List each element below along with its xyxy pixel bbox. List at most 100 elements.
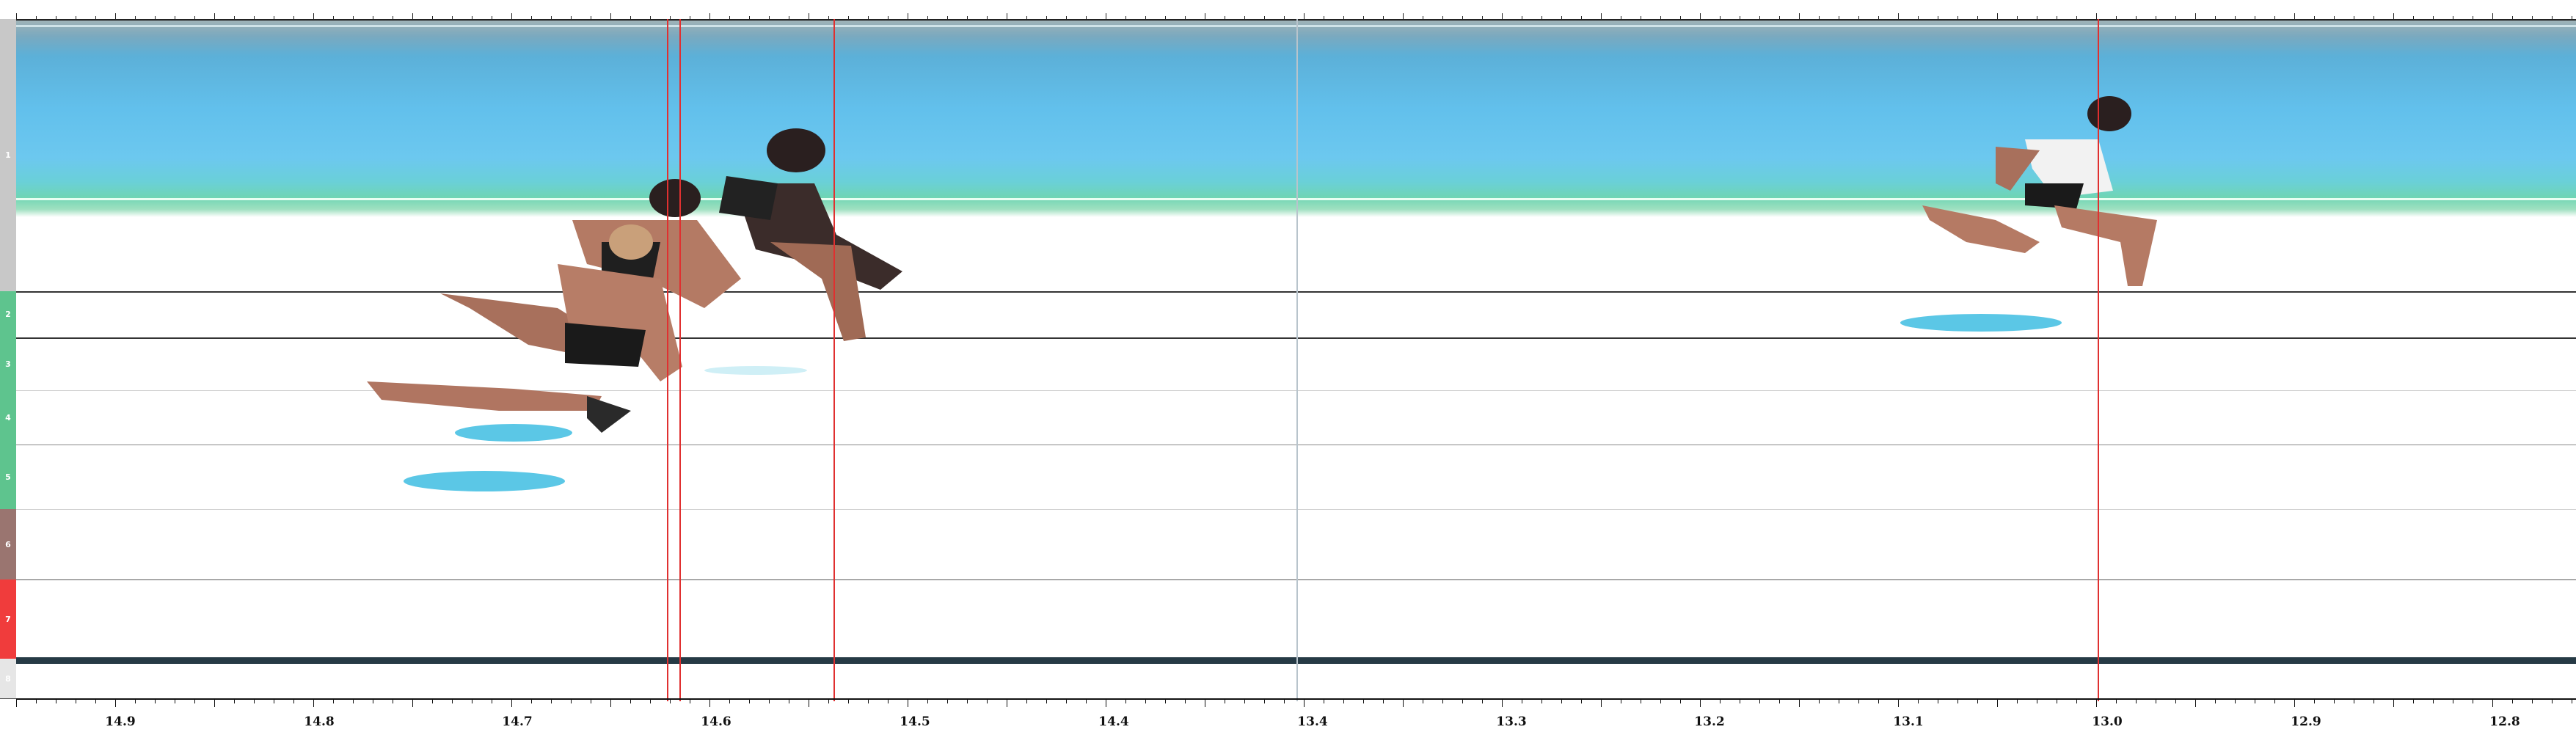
axis-label: 13.0	[2092, 714, 2123, 729]
axis-tick	[36, 700, 37, 703]
axis-tick	[1284, 700, 1285, 703]
axis-tick	[987, 700, 988, 703]
axis-label: 12.8	[2489, 714, 2520, 729]
axis-tick	[1581, 700, 1582, 703]
axis-tick	[1066, 700, 1067, 703]
axis-tick	[1957, 700, 1958, 703]
axis-tick	[1878, 700, 1879, 703]
axis-tick	[709, 700, 710, 707]
axis-label: 14.8	[304, 714, 335, 729]
axis-tick	[452, 700, 453, 703]
axis-tick	[234, 700, 235, 703]
axis-tick	[412, 700, 413, 707]
axis-tick	[1165, 700, 1166, 703]
axis-tick	[1145, 700, 1146, 703]
axis-tick	[432, 700, 433, 703]
axis-tick	[194, 700, 195, 703]
axis-label: 14.9	[105, 714, 136, 729]
axis-tick	[531, 700, 532, 703]
axis-tick	[2215, 700, 2216, 703]
axis-tick	[1700, 700, 1701, 707]
runner-lane1-right-silhouette	[1922, 96, 2157, 286]
finish-marker-line[interactable]	[2098, 19, 2099, 701]
axis-tick	[1601, 700, 1602, 707]
axis-tick	[1660, 700, 1661, 703]
axis-tick	[1125, 700, 1126, 703]
axis-tick	[333, 700, 334, 703]
axis-tick	[511, 700, 512, 707]
axis-tick	[769, 700, 770, 703]
axis-tick	[2532, 700, 2533, 703]
axis-tick	[135, 700, 136, 703]
axis-label: 13.1	[1893, 714, 1924, 729]
time-split-line	[1296, 19, 1298, 701]
axis-tick	[1898, 700, 1899, 707]
axis-tick	[214, 700, 215, 707]
axis-label: 14.5	[900, 714, 930, 729]
axis-tick	[1383, 700, 1384, 703]
axis-tick	[888, 700, 889, 703]
axis-tick	[927, 700, 928, 703]
axis-tick	[2076, 700, 2077, 703]
axis-tick	[1819, 700, 1820, 703]
axis-tick	[828, 700, 829, 703]
axis-tick	[95, 700, 96, 703]
axis-tick	[2433, 700, 2434, 703]
axis-tick	[947, 700, 948, 703]
axis-tick	[2393, 700, 2394, 707]
axis-tick	[1918, 700, 1919, 703]
axis-tick	[571, 700, 572, 703]
axis-tick	[1442, 700, 1443, 703]
axis-tick	[16, 700, 17, 707]
finish-marker-line[interactable]	[667, 19, 668, 701]
axis-tick	[2492, 700, 2493, 707]
axis-tick	[1462, 700, 1463, 703]
axis-tick	[1264, 700, 1265, 703]
axis-tick	[2136, 700, 2137, 703]
axis-tick	[2235, 700, 2236, 703]
axis-tick	[2017, 700, 2018, 703]
axis-tick	[630, 700, 631, 703]
finish-photo-viewer[interactable]: 12345678 14.9 14.8 14.7 14.6 14.5 14.4 1…	[0, 0, 2576, 734]
axis-tick	[1185, 700, 1186, 703]
axis-tick	[1759, 700, 1760, 703]
axis-tick	[2175, 700, 2176, 703]
axis-tick	[1799, 700, 1800, 707]
axis-label: 14.4	[1098, 714, 1129, 729]
axis-tick	[1720, 700, 1721, 703]
axis-tick	[1026, 700, 1027, 703]
axis-tick	[610, 700, 611, 707]
axis-tick	[749, 700, 750, 703]
axis-tick	[1046, 700, 1047, 703]
axis-tick	[2116, 700, 2117, 703]
runners-image	[367, 96, 2157, 491]
axis-tick	[254, 700, 255, 703]
axis-tick	[551, 700, 552, 703]
axis-tick	[967, 700, 968, 703]
axis-tick	[2274, 700, 2275, 703]
axis-label: 13.4	[1297, 714, 1328, 729]
axis-label: 14.7	[502, 714, 533, 729]
runner-lane1-silhouette	[719, 128, 902, 341]
axis-tick	[650, 700, 651, 703]
axis-tick	[1482, 700, 1483, 703]
axis-tick	[293, 700, 294, 703]
axis-tick	[1086, 700, 1087, 703]
axis-tick	[1561, 700, 1562, 703]
axis-tick	[868, 700, 869, 703]
axis-tick	[1541, 700, 1542, 703]
axis-tick	[2096, 700, 2097, 707]
finish-marker-line[interactable]	[679, 19, 681, 701]
finish-marker-line[interactable]	[833, 19, 835, 701]
axis-tick	[1858, 700, 1859, 703]
axis-tick	[2413, 700, 2414, 703]
axis-tick	[1403, 700, 1404, 707]
axis-tick	[1343, 700, 1344, 703]
time-axis: 14.9 14.8 14.7 14.6 14.5 14.4 13.4 13.3 13.2 13.1…	[16, 698, 2576, 735]
axis-tick	[1363, 700, 1364, 703]
axis-tick	[155, 700, 156, 703]
axis-tick	[2314, 700, 2315, 703]
axis-label: 14.6	[701, 714, 731, 729]
axis-label: 13.2	[1694, 714, 1725, 729]
axis-tick	[1304, 700, 1305, 707]
